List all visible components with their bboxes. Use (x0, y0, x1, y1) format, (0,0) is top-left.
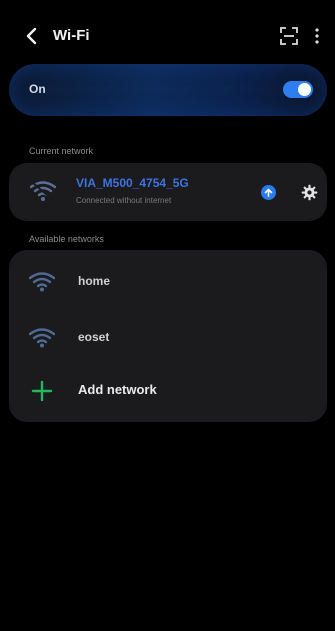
network-row-eoset[interactable]: eoset (9, 310, 327, 366)
wifi-icon (29, 272, 55, 292)
network-label: eoset (78, 330, 110, 344)
current-network-heading: Current network (29, 146, 94, 156)
wifi-icon (30, 181, 56, 201)
current-network-status: Connected without internet (76, 196, 172, 205)
wifi-icon (29, 328, 55, 348)
toggle-label: On (29, 82, 46, 96)
qr-scan-icon[interactable] (280, 27, 298, 45)
available-networks-heading: Available networks (29, 234, 104, 244)
current-network-name: VIA_M500_4754_5G (76, 176, 189, 190)
current-network-card[interactable]: VIA_M500_4754_5G Connected without inter… (9, 163, 327, 221)
upload-icon[interactable] (261, 185, 276, 200)
available-networks-card: home eoset Add network (9, 250, 327, 422)
gear-icon[interactable] (301, 184, 318, 201)
app-bar: Wi-Fi (0, 0, 335, 70)
network-row-home[interactable]: home (9, 254, 327, 310)
page-title: Wi-Fi (53, 27, 90, 44)
wifi-toggle-row[interactable]: On (9, 64, 327, 116)
chevron-left-icon[interactable] (24, 27, 42, 45)
more-vertical-icon[interactable] (312, 26, 322, 46)
wifi-switch[interactable] (283, 81, 313, 98)
switch-knob (298, 83, 311, 96)
add-network-row[interactable]: Add network (9, 364, 327, 420)
add-network-label: Add network (78, 382, 157, 397)
plus-icon (31, 380, 53, 402)
network-label: home (78, 274, 111, 288)
wifi-settings-screen: Wi-Fi On Current network VIA_M500_4754_5… (0, 0, 335, 631)
